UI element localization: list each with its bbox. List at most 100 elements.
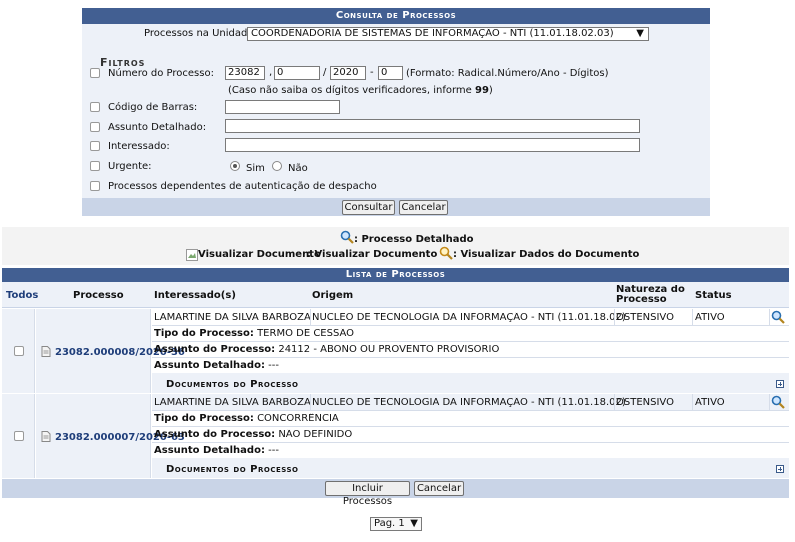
dependentes-checkbox[interactable] <box>90 181 100 191</box>
assunto-label: Assunto do Processo: <box>154 344 276 355</box>
assunto-label: Assunto Detalhado: <box>108 122 207 133</box>
page-select[interactable]: Pag. 1 ▼ <box>370 517 422 531</box>
assunto-checkbox[interactable] <box>90 122 100 132</box>
row-assunto-detalhado: Assunto Detalhado: --- <box>154 445 279 456</box>
row-divider <box>769 394 770 410</box>
interessado-input[interactable] <box>225 138 640 152</box>
row-divider <box>152 442 789 443</box>
magnifier-data-icon <box>439 246 453 260</box>
row-tipo: Tipo do Processo: TERMO DE CESSÃO <box>154 328 354 339</box>
dv-hint-value: 99 <box>474 85 489 96</box>
row-checkbox[interactable] <box>14 431 24 441</box>
row-divider <box>152 410 789 411</box>
row-divider <box>152 325 789 326</box>
list-title: Lista de Processos <box>2 268 789 282</box>
interessado-checkbox[interactable] <box>90 141 100 151</box>
unit-label: Processos na Unidade: <box>144 28 257 39</box>
unit-select-value: COORDENADORIA DE SISTEMAS DE INFORMAÇÃO … <box>251 28 614 39</box>
numero-ano-input[interactable]: 2020 <box>330 66 366 80</box>
row-status: ATIVO <box>695 312 725 323</box>
col-processo: Processo <box>73 290 124 301</box>
assunto-value: 24112 - ABONO OU PROVENTO PROVISÓRIO <box>278 344 500 355</box>
col-interessado: Interessado(s) <box>154 290 236 301</box>
urgente-sim-radio[interactable] <box>230 161 240 171</box>
document-icon <box>41 431 51 442</box>
chevron-down-icon: ▼ <box>636 28 644 39</box>
legend-detalhado: : Processo Detalhado <box>354 234 474 245</box>
dv-hint-suffix: ) <box>488 85 493 96</box>
numero-dv-input[interactable]: 0 <box>378 66 403 80</box>
row-divider <box>614 309 615 325</box>
row-natureza: OSTENSIVO <box>616 312 674 323</box>
process-list: Lista de Processos Todos Processo Intere… <box>2 268 789 507</box>
col-status: Status <box>695 290 732 301</box>
urgente-label: Urgente: <box>108 161 152 172</box>
row-interessado: LAMARTINE DA SILVA BARBOZA <box>154 397 311 408</box>
tipo-value: CONCORRÊNCIA <box>257 413 339 424</box>
assunto-det-label: Assunto Detalhado: <box>154 445 265 456</box>
row-checkbox[interactable] <box>14 346 24 356</box>
urgente-sim-label: Sim <box>246 163 265 174</box>
sep-dash: - <box>370 67 374 78</box>
cancelar-button[interactable]: Cancelar <box>399 200 448 215</box>
search-form-title: Consulta de Processos <box>82 8 710 24</box>
row-assunto-detalhado: Assunto Detalhado: --- <box>154 360 279 371</box>
expand-plus-icon[interactable] <box>776 380 784 388</box>
numero-radical-input[interactable]: 23082 <box>225 66 265 80</box>
list-footer: Incluir Processos Cancelar <box>2 479 789 507</box>
row-divider <box>152 357 789 358</box>
documents-bar: Documentos do Processo <box>152 458 789 478</box>
search-form-footer: Consultar Cancelar <box>82 198 710 216</box>
tipo-label: Tipo do Processo: <box>154 413 254 424</box>
numero-num-input[interactable]: 0 <box>274 66 320 80</box>
urgente-nao-radio[interactable] <box>272 161 282 171</box>
assunto-det-label: Assunto Detalhado: <box>154 360 265 371</box>
page-select-value: Pag. 1 <box>374 518 405 529</box>
row-divider <box>152 426 789 427</box>
barcode-checkbox[interactable] <box>90 102 100 112</box>
view-details-icon[interactable] <box>771 310 785 324</box>
row-origem: NÚCLEO DE TECNOLOGIA DA INFORMAÇÃO - NTI… <box>312 312 626 323</box>
tipo-label: Tipo do Processo: <box>154 328 254 339</box>
row-divider <box>152 341 789 342</box>
row-divider <box>692 394 693 410</box>
document-icon <box>41 346 51 357</box>
view-details-icon[interactable] <box>771 395 785 409</box>
table-row: 23082.000007/2020-63 LAMARTINE DA SILVA … <box>2 394 789 478</box>
magnifier-icon <box>340 230 354 244</box>
list-cancelar-button[interactable]: Cancelar <box>414 481 464 496</box>
chevron-down-icon: ▼ <box>410 518 418 529</box>
row-divider <box>692 309 693 325</box>
row-assunto: Assunto do Processo: NÃO DEFINIDO <box>154 429 352 440</box>
documents-title: Documentos do Processo <box>166 379 299 390</box>
barcode-label: Código de Barras: <box>108 102 198 113</box>
row-divider <box>310 309 311 325</box>
col-todos[interactable]: Todos <box>6 290 38 301</box>
row-divider <box>310 394 311 410</box>
urgente-checkbox[interactable] <box>90 161 100 171</box>
tipo-value: TERMO DE CESSÃO <box>257 328 355 339</box>
search-form: Consulta de Processos Processos na Unida… <box>82 8 710 216</box>
numero-checkbox[interactable] <box>90 68 100 78</box>
dv-hint: (Caso não saiba os dígitos verificadores… <box>228 85 493 96</box>
unit-select[interactable]: COORDENADORIA DE SISTEMAS DE INFORMAÇÃO … <box>247 27 649 41</box>
table-row: 23082.000008/2020-36 LAMARTINE DA SILVA … <box>2 309 789 393</box>
assunto-det-value: --- <box>268 445 279 456</box>
consultar-button[interactable]: Consultar <box>342 200 395 215</box>
urgente-nao-label: Não <box>288 163 308 174</box>
assunto-input[interactable] <box>225 119 640 133</box>
documents-bar: Documentos do Processo <box>152 373 789 393</box>
row-assunto: Assunto do Processo: 24112 - ABONO OU PR… <box>154 344 499 355</box>
sep-comma: , <box>269 67 273 78</box>
incluir-processos-button[interactable]: Incluir Processos <box>325 481 410 507</box>
row-interessado: LAMARTINE DA SILVA BARBOZA <box>154 312 311 323</box>
barcode-input[interactable] <box>225 100 340 114</box>
row-origem: NÚCLEO DE TECNOLOGIA DA INFORMAÇÃO - NTI… <box>312 397 626 408</box>
row-status: ATIVO <box>695 397 725 408</box>
assunto-value: NÃO DEFINIDO <box>278 429 353 440</box>
expand-plus-icon[interactable] <box>776 465 784 473</box>
legend-visualizar-doc: : Visualizar Documento <box>307 249 438 260</box>
interessado-label: Interessado: <box>108 141 170 152</box>
legend-visualizar-doc-alt: Visualizar Documento <box>198 249 321 260</box>
row-natureza: OSTENSIVO <box>616 397 674 408</box>
